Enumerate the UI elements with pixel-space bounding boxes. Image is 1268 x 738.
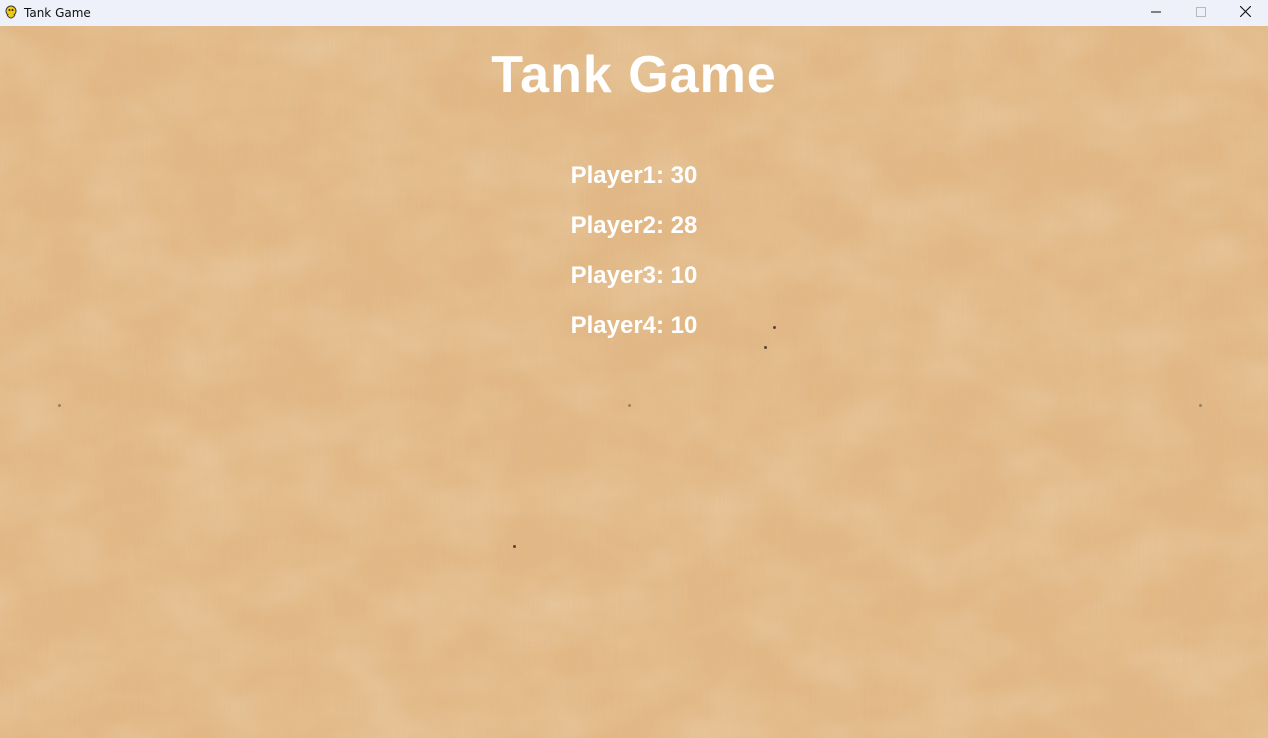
minimize-icon — [1150, 4, 1161, 22]
window-title: Tank Game — [24, 6, 91, 20]
dirt-speck — [58, 404, 61, 407]
game-title: Tank Game — [491, 46, 777, 104]
dirt-speck — [513, 545, 516, 548]
maximize-icon — [1195, 4, 1206, 22]
dirt-speck — [764, 346, 767, 349]
minimize-button[interactable] — [1133, 0, 1178, 26]
player4-score: Player4: 10 — [570, 312, 698, 339]
dirt-speck — [628, 404, 631, 407]
player1-score: Player1: 30 — [570, 162, 698, 189]
player3-score: Player3: 10 — [570, 262, 698, 289]
maximize-button[interactable] — [1178, 0, 1223, 26]
close-button[interactable] — [1223, 0, 1268, 26]
pygame-snake-icon — [4, 5, 18, 21]
title-bar[interactable]: Tank Game — [0, 0, 1268, 26]
cardboard-texture — [0, 26, 1268, 738]
app-window: Tank Game Tank Game Player1: 30 Player2:… — [0, 0, 1268, 738]
close-icon — [1239, 4, 1252, 22]
window-controls — [1133, 0, 1268, 26]
player2-score: Player2: 28 — [570, 212, 698, 239]
dirt-speck — [1199, 404, 1202, 407]
game-canvas[interactable]: Tank Game Player1: 30 Player2: 28 Player… — [0, 26, 1268, 738]
